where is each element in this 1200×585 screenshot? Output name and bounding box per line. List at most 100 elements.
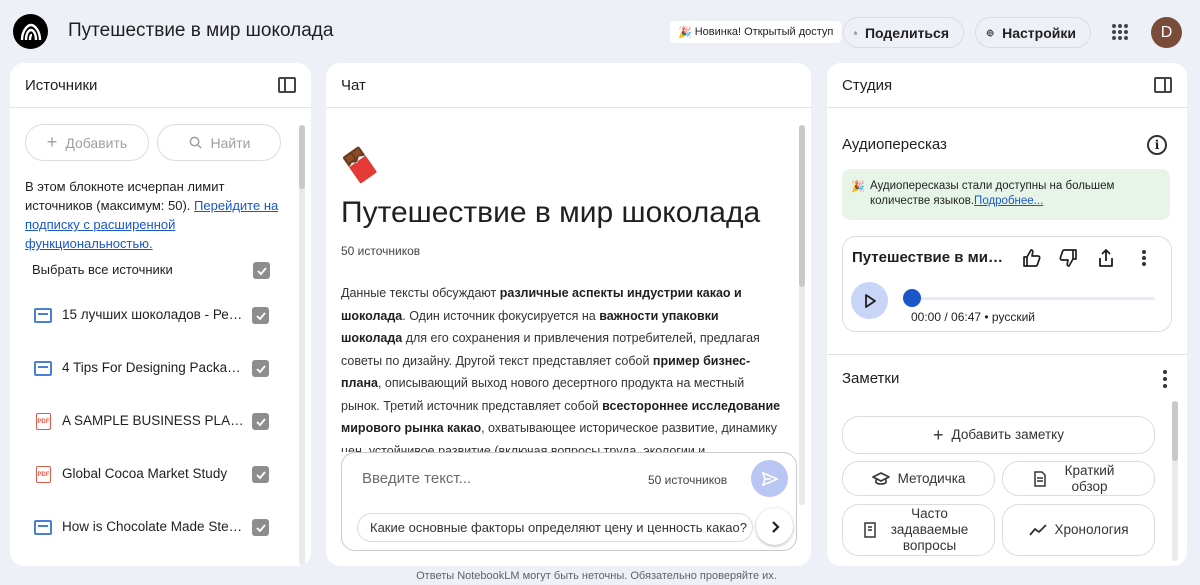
plus-icon: + bbox=[46, 132, 58, 152]
chat-input[interactable]: Введите текст... bbox=[362, 470, 471, 487]
select-all-checkbox[interactable] bbox=[253, 262, 270, 279]
source-item[interactable]: 15 лучших шоколадов - Рейтинг bbox=[34, 306, 284, 326]
next-suggestion-button[interactable] bbox=[756, 508, 793, 545]
divider bbox=[827, 354, 1187, 355]
play-button[interactable] bbox=[851, 282, 888, 319]
add-note-button[interactable]: + Добавить заметку bbox=[842, 416, 1155, 454]
collapse-panel-icon[interactable] bbox=[278, 77, 296, 93]
web-doc-icon bbox=[34, 308, 52, 323]
share-label: Поделиться bbox=[864, 24, 949, 41]
learn-more-link[interactable]: Подробнее... bbox=[974, 195, 1043, 207]
faq-button[interactable]: Часто задаваемые вопросы bbox=[842, 504, 995, 556]
add-source-button[interactable]: + Добавить bbox=[25, 124, 149, 161]
studio-title: Студия bbox=[842, 76, 893, 94]
source-item[interactable]: 4 Tips For Designing Packaging bbox=[34, 359, 284, 379]
share-icon[interactable] bbox=[1094, 246, 1118, 270]
chat-panel: Чат Путешествие в мир шоколада 50 источн… bbox=[326, 63, 811, 566]
collapse-panel-icon[interactable] bbox=[1154, 77, 1172, 93]
timeline-button[interactable]: Хронология bbox=[1002, 504, 1155, 556]
timeline-label: Хронология bbox=[1054, 522, 1129, 537]
party-icon: 🎉 bbox=[678, 26, 692, 39]
limit-message: В этом блокноте исчерпан лимит источнико… bbox=[25, 177, 285, 253]
timeline-icon bbox=[1028, 524, 1047, 536]
share-button[interactable]: Поделиться bbox=[843, 17, 964, 48]
briefing-doc-button[interactable]: Краткий обзор bbox=[1002, 461, 1155, 496]
send-icon bbox=[761, 471, 778, 486]
study-guide-button[interactable]: Методичка bbox=[842, 461, 995, 496]
source-item[interactable]: PDF A SAMPLE BUSINESS PLAN FOR bbox=[34, 412, 284, 432]
audio-title: Путешествие в мир шоколада bbox=[852, 249, 1007, 266]
chat-title: Чат bbox=[341, 76, 366, 94]
pdf-icon: PDF bbox=[36, 466, 51, 483]
source-item[interactable]: How is Chocolate Made Step by Step bbox=[34, 518, 284, 538]
summary-text: . Один источник фокусируется на bbox=[402, 308, 600, 323]
audio-languages-notice: 🎉 Аудиопересказы стали доступны на больш… bbox=[842, 169, 1170, 220]
source-count: 50 источников bbox=[341, 244, 421, 258]
source-checkbox[interactable] bbox=[252, 466, 269, 483]
party-icon: 🎉 bbox=[851, 181, 865, 193]
audio-progress-handle[interactable] bbox=[903, 289, 921, 307]
play-icon bbox=[864, 293, 876, 308]
notes-heading: Заметки bbox=[842, 370, 900, 387]
studio-header: Студия bbox=[827, 63, 1187, 108]
add-source-label: Добавить bbox=[65, 134, 128, 151]
news-chip-label: Новинка! Открытый доступ bbox=[694, 26, 834, 38]
source-item-label: 15 лучших шоколадов - Рейтинг bbox=[62, 307, 244, 322]
thumbs-up-icon[interactable] bbox=[1020, 246, 1044, 270]
chocolate-bar-icon bbox=[343, 146, 377, 184]
study-guide-label: Методичка bbox=[897, 470, 966, 486]
studio-scroll-thumb[interactable] bbox=[1172, 401, 1178, 461]
briefing-doc-label: Краткий обзор bbox=[1064, 462, 1115, 494]
find-sources-button[interactable]: Найти bbox=[157, 124, 281, 161]
sources-scroll-thumb[interactable] bbox=[299, 125, 305, 189]
web-doc-icon bbox=[34, 520, 52, 535]
composer-source-count: 50 источников bbox=[648, 473, 728, 487]
send-button[interactable] bbox=[751, 460, 788, 497]
source-item-label: 4 Tips For Designing Packaging bbox=[62, 360, 244, 375]
notebook-heading: Путешествие в мир шоколада bbox=[341, 196, 761, 229]
gear-icon bbox=[986, 28, 994, 37]
faq-doc-icon bbox=[863, 522, 876, 538]
audio-overview-heading: Аудиопересказ bbox=[842, 136, 947, 153]
audio-card: Путешествие в мир шоколада 00:00 / 06:47… bbox=[842, 236, 1172, 332]
notebook-summary: Данные тексты обсуждают различные аспект… bbox=[341, 282, 781, 452]
chat-composer: Введите текст... 50 источников Какие осн… bbox=[341, 452, 797, 551]
source-checkbox[interactable] bbox=[252, 360, 269, 377]
select-all-label: Выбрать все источники bbox=[32, 262, 173, 277]
source-item[interactable]: PDF Global Cocoa Market Study bbox=[34, 465, 284, 485]
chevron-right-icon bbox=[771, 520, 780, 533]
info-icon[interactable]: i bbox=[1147, 135, 1167, 155]
chat-scroll-thumb[interactable] bbox=[799, 125, 805, 287]
top-bar: Путешествие в мир шоколада 🎉 Новинка! От… bbox=[0, 0, 1200, 63]
summary-text: Данные тексты обсуждают bbox=[341, 286, 500, 300]
sources-scrollbar[interactable] bbox=[299, 125, 305, 565]
source-checkbox[interactable] bbox=[252, 413, 269, 430]
add-note-label: Добавить заметку bbox=[951, 427, 1064, 442]
notebooklm-logo-icon[interactable] bbox=[13, 14, 48, 49]
audio-progress-track[interactable] bbox=[905, 297, 1155, 300]
search-sparkle-icon bbox=[189, 136, 202, 149]
source-item-label: A SAMPLE BUSINESS PLAN FOR bbox=[62, 413, 244, 428]
sources-panel: Источники + Добавить Найти В этом блокно… bbox=[10, 63, 311, 566]
settings-label: Настройки bbox=[1002, 24, 1076, 41]
source-checkbox[interactable] bbox=[252, 307, 269, 324]
source-checkbox[interactable] bbox=[252, 519, 269, 536]
more-vert-icon[interactable] bbox=[1132, 246, 1156, 270]
chat-header: Чат bbox=[326, 63, 811, 108]
notebook-title[interactable]: Путешествие в мир шоколада bbox=[68, 20, 333, 42]
avatar[interactable]: D bbox=[1151, 17, 1182, 48]
document-icon bbox=[1033, 470, 1046, 487]
more-vert-icon[interactable] bbox=[1157, 369, 1173, 389]
graduation-cap-icon bbox=[871, 471, 890, 485]
apps-grid-icon[interactable] bbox=[1112, 24, 1128, 40]
settings-button[interactable]: Настройки bbox=[975, 17, 1091, 48]
find-sources-label: Найти bbox=[210, 134, 251, 151]
news-chip[interactable]: 🎉 Новинка! Открытый доступ bbox=[670, 21, 842, 43]
sources-title: Источники bbox=[25, 76, 98, 94]
suggested-question[interactable]: Какие основные факторы определяют цену и… bbox=[357, 513, 753, 542]
source-item-label: How is Chocolate Made Step by Step bbox=[62, 519, 244, 534]
disclaimer: Ответы NotebookLM могут быть неточны. Об… bbox=[416, 570, 777, 582]
audio-time: 00:00 / 06:47 • русский bbox=[911, 310, 1035, 324]
faq-label: Часто задаваемые вопросы bbox=[890, 506, 969, 553]
thumbs-down-icon[interactable] bbox=[1056, 246, 1080, 270]
